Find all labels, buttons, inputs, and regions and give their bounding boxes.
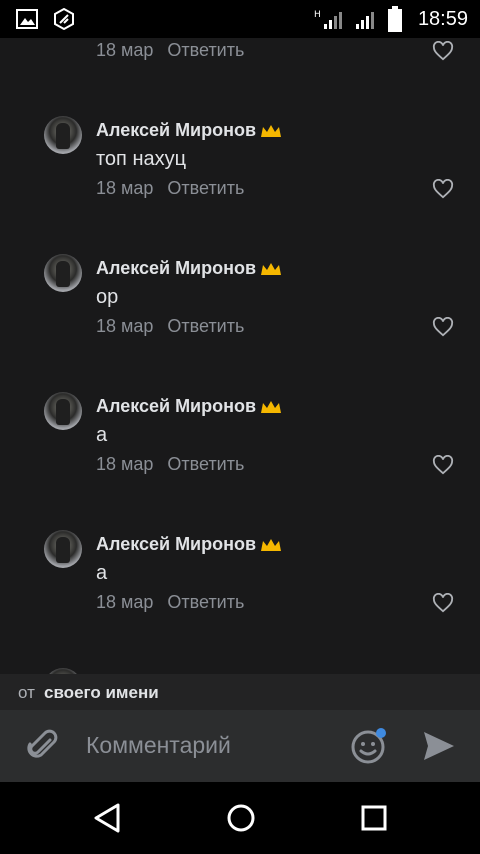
comment-date: 18 мар bbox=[96, 316, 154, 336]
reply-button[interactable]: Ответить bbox=[167, 40, 244, 60]
recents-icon[interactable] bbox=[360, 802, 388, 834]
like-heart-icon[interactable] bbox=[432, 317, 454, 337]
comment-author[interactable]: Алексей Миронов bbox=[96, 258, 282, 279]
comment-meta: 18 мар Ответить bbox=[96, 40, 244, 61]
comment-text: а bbox=[96, 424, 108, 446]
like-heart-icon[interactable] bbox=[432, 179, 454, 199]
signal-h-icon: H bbox=[314, 10, 342, 29]
comment-meta: 18 мар Ответить bbox=[96, 316, 244, 337]
comment-date: 18 мар bbox=[96, 454, 154, 474]
avatar[interactable] bbox=[44, 254, 82, 292]
status-time: 18:59 bbox=[417, 8, 468, 30]
reply-button[interactable]: Ответить bbox=[167, 316, 244, 336]
svg-text:H: H bbox=[314, 10, 321, 20]
comment-date: 18 мар bbox=[96, 40, 154, 60]
post-as-identity[interactable]: своего имени bbox=[44, 683, 159, 703]
reply-button[interactable]: Ответить bbox=[167, 454, 244, 474]
like-heart-icon[interactable] bbox=[432, 455, 454, 475]
comment-text: а bbox=[96, 562, 108, 584]
comment-date: 18 мар bbox=[96, 178, 154, 198]
home-icon[interactable] bbox=[225, 802, 257, 834]
crown-icon bbox=[261, 263, 282, 276]
status-bar: H 18:59 bbox=[0, 0, 480, 38]
system-nav-bar bbox=[0, 782, 480, 854]
comment-text: ор bbox=[96, 286, 119, 308]
comment-author[interactable]: Алексей Миронов bbox=[96, 120, 282, 141]
battery-icon bbox=[388, 6, 402, 32]
comment-text: топ нахуц bbox=[96, 148, 187, 170]
comment-meta: 18 мар Ответить bbox=[96, 592, 244, 613]
like-heart-icon[interactable] bbox=[432, 41, 454, 61]
paperclip-icon[interactable] bbox=[24, 728, 60, 764]
avatar[interactable] bbox=[44, 116, 82, 154]
comment-meta: 18 мар Ответить bbox=[96, 178, 244, 199]
crown-icon bbox=[261, 401, 282, 414]
send-icon[interactable] bbox=[422, 730, 456, 762]
crown-icon bbox=[261, 539, 282, 552]
avatar[interactable] bbox=[44, 392, 82, 430]
reply-button[interactable]: Ответить bbox=[167, 178, 244, 198]
comment-date: 18 мар bbox=[96, 592, 154, 612]
signal-icon bbox=[356, 12, 374, 29]
emoji-icon[interactable] bbox=[350, 726, 390, 766]
comment-composer: Комментарий bbox=[0, 710, 480, 782]
like-heart-icon[interactable] bbox=[432, 593, 454, 613]
comments-feed[interactable]: 18 мар Ответить Алексей Миронов топ нахуц… bbox=[0, 38, 480, 674]
app-notification-icon bbox=[54, 8, 74, 30]
gallery-icon bbox=[16, 9, 38, 29]
post-as-prefix: от bbox=[18, 683, 35, 702]
comment-author[interactable]: Алексей Миронов bbox=[96, 534, 282, 555]
post-as-bar[interactable]: от своего имени bbox=[0, 674, 480, 710]
reply-button[interactable]: Ответить bbox=[167, 592, 244, 612]
avatar[interactable] bbox=[44, 530, 82, 568]
crown-icon bbox=[261, 125, 282, 138]
back-icon[interactable] bbox=[92, 802, 122, 834]
comment-meta: 18 мар Ответить bbox=[96, 454, 244, 475]
comment-author[interactable]: Алексей Миронов bbox=[96, 396, 282, 417]
comment-input[interactable]: Комментарий bbox=[86, 732, 231, 759]
